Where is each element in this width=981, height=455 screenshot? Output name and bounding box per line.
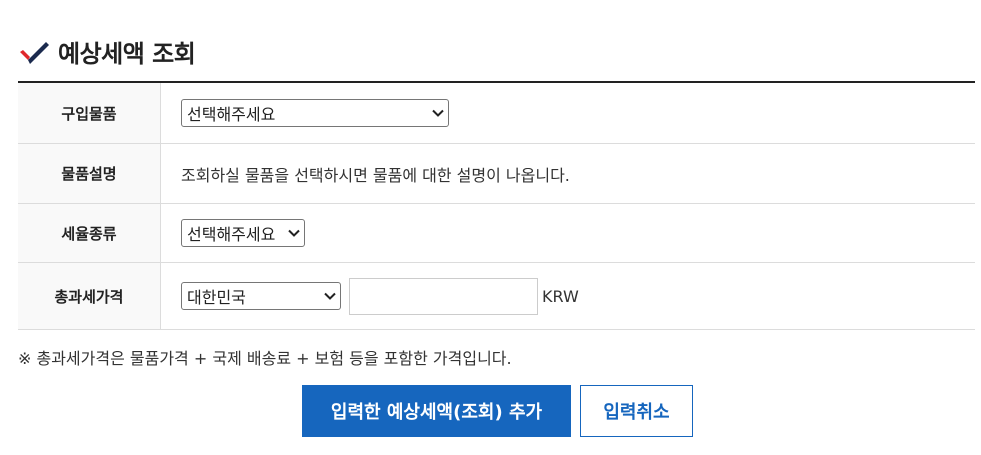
add-estimate-button[interactable]: 입력한 예상세액(조회) 추가 [302,385,571,437]
row-total-price: 총과세가격 대한민국 KRW [18,263,975,330]
tax-estimate-form: 구입물품 선택해주세요 물품설명 조회하실 물품을 선택하시면 물품에 대한 설… [18,81,975,330]
page-header: 예상세액 조회 [18,34,196,69]
chevron-down-icon [432,109,444,117]
cancel-input-button[interactable]: 입력취소 [580,385,693,437]
chevron-down-icon [324,292,336,300]
item-select[interactable]: 선택해주세요 [181,99,449,127]
currency-label: KRW [542,286,579,306]
price-input[interactable] [349,277,538,315]
item-description: 조회하실 물품을 선택하시면 물품에 대한 설명이 나옵니다. [181,165,570,185]
label-description: 물품설명 [18,144,161,203]
row-tax-type: 세율종류 선택해주세요 [18,204,975,263]
country-select-value: 대한민국 [187,288,246,307]
page-title: 예상세액 조회 [58,40,196,68]
chevron-down-icon [288,229,300,237]
check-icon [20,41,49,64]
country-select[interactable]: 대한민국 [181,282,341,310]
label-tax-type: 세율종류 [18,204,161,262]
tax-type-select-value: 선택해주세요 [187,225,276,244]
row-description: 물품설명 조회하실 물품을 선택하시면 물품에 대한 설명이 나옵니다. [18,144,975,204]
label-item: 구입물품 [18,83,161,143]
tax-type-select[interactable]: 선택해주세요 [181,219,305,247]
label-total-price: 총과세가격 [18,263,161,329]
item-select-value: 선택해주세요 [187,105,276,124]
row-item: 구입물품 선택해주세요 [18,83,975,144]
price-note: ※ 총과세가격은 물품가격 + 국제 배송료 + 보험 등을 포함한 가격입니다… [18,349,512,368]
